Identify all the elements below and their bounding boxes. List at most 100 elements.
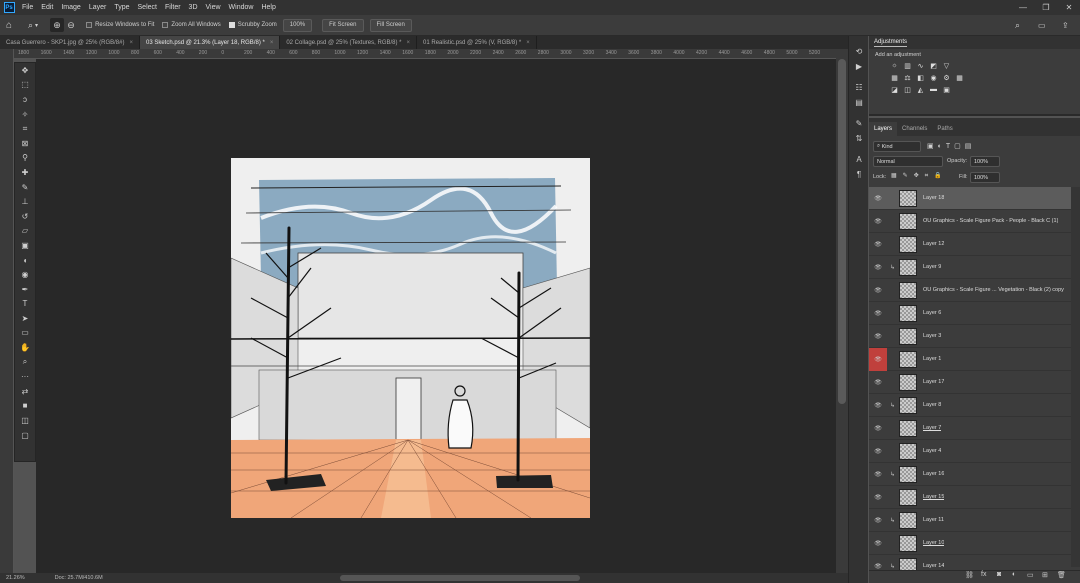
link-layers-icon[interactable]: ⛓	[965, 571, 974, 579]
close-icon[interactable]: ✕	[1058, 0, 1080, 15]
layer-name[interactable]: Layer 3	[923, 333, 941, 339]
layer-row[interactable]: 👁 Layer 12	[869, 233, 1071, 256]
gradient-tool-icon[interactable]: ▣	[15, 238, 35, 253]
layer-row[interactable]: 👁 ↳ Layer 11	[869, 509, 1071, 532]
move-tool-icon[interactable]: ✥	[15, 63, 35, 78]
opacity-input[interactable]: 100%	[970, 156, 1000, 167]
layer-row[interactable]: 👁 ↳ Layer 9	[869, 256, 1071, 279]
menu-item-edit[interactable]: Edit	[37, 4, 57, 11]
hue-saturation-icon[interactable]: ▦	[889, 73, 900, 82]
zoom-out-icon[interactable]: ⊖	[64, 18, 78, 32]
layer-thumbnail[interactable]	[899, 465, 917, 483]
visibility-eye-icon[interactable]: 👁	[869, 302, 887, 325]
layer-row[interactable]: 👁 Layer 15	[869, 486, 1071, 509]
path-select-icon[interactable]: ➤	[15, 311, 35, 326]
menu-item-window[interactable]: Window	[225, 4, 258, 11]
resize-windows-checkbox[interactable]: Resize Windows to Fit	[86, 22, 154, 28]
scrubby-zoom-checkbox[interactable]: Scrubby Zoom	[228, 22, 277, 28]
visibility-eye-icon[interactable]: 👁	[869, 256, 887, 279]
zoom-tool-icon[interactable]: ⌕	[28, 20, 33, 31]
brush-settings-icon[interactable]: ✎	[849, 116, 869, 131]
layer-name[interactable]: Layer 16	[923, 471, 944, 477]
visibility-eye-icon[interactable]: 👁	[869, 509, 887, 532]
pen-tool-icon[interactable]: ✒	[15, 282, 35, 297]
layer-name[interactable]: Layer 8	[923, 402, 941, 408]
vibrance-icon[interactable]: ▽	[941, 61, 952, 70]
layer-name[interactable]: Layer 7	[923, 425, 941, 431]
exposure-icon[interactable]: ◩	[928, 61, 939, 70]
chevron-down-icon[interactable]: ▾	[35, 22, 38, 29]
fit-screen-button[interactable]: Fit Screen	[322, 18, 364, 32]
paragraph-icon[interactable]: ¶	[849, 167, 869, 182]
levels-icon[interactable]: ▥	[902, 61, 913, 70]
layer-name[interactable]: Layer 17	[923, 379, 944, 385]
visibility-eye-icon[interactable]: 👁	[869, 325, 887, 348]
layer-thumbnail[interactable]	[899, 511, 917, 529]
close-tab-icon[interactable]: ×	[270, 40, 274, 46]
layer-name[interactable]: Layer 12	[923, 241, 944, 247]
tab-realistic[interactable]: 01 Realistic.psd @ 25% (V, RGB/8) * ×	[417, 36, 537, 49]
visibility-eye-icon[interactable]: 👁	[869, 417, 887, 440]
invert-icon[interactable]: ◪	[889, 85, 900, 94]
layer-name[interactable]: OU Graphics - Scale Figure Pack - People…	[923, 218, 1058, 224]
visibility-eye-icon[interactable]: 👁	[869, 440, 887, 463]
layer-name[interactable]: Layer 10	[923, 540, 944, 546]
layer-thumbnail[interactable]	[899, 373, 917, 391]
brush-tool-icon[interactable]: ✎	[15, 180, 35, 195]
zoom-100-button[interactable]: 100%	[282, 18, 313, 32]
zoom-tool-icon[interactable]: ⌕	[15, 355, 35, 370]
canvas-area[interactable]	[36, 59, 836, 573]
clone-stamp-icon[interactable]: ⊥	[15, 194, 35, 209]
scrollbar-thumb[interactable]	[838, 59, 846, 404]
minimize-icon[interactable]: —	[1012, 0, 1034, 15]
layer-thumbnail[interactable]	[899, 235, 917, 253]
quick-select-icon[interactable]: ✧	[15, 107, 35, 122]
close-tab-icon[interactable]: ×	[129, 40, 133, 46]
visibility-eye-icon[interactable]: 👁	[869, 187, 887, 210]
color-swatches-icon[interactable]: ■	[15, 399, 35, 414]
selective-color-icon[interactable]: ▣	[941, 85, 952, 94]
filter-icons[interactable]: ▣◐T▢▤	[927, 142, 975, 150]
fx-icon[interactable]: fx	[981, 571, 986, 578]
tab-casa-guerrero[interactable]: Casa Guerrero - SKP1.jpg @ 25% (RGB/8#) ×	[0, 36, 140, 49]
share-icon[interactable]: ⇪	[1062, 21, 1069, 30]
close-tab-icon[interactable]: ×	[526, 40, 530, 46]
layer-row[interactable]: 👁 ↳ Layer 16	[869, 463, 1071, 486]
color-lookup-icon[interactable]: ▦	[954, 73, 965, 82]
layer-row[interactable]: 👁 Layer 3	[869, 325, 1071, 348]
layer-row[interactable]: 👁 Layer 7	[869, 417, 1071, 440]
layer-name[interactable]: Layer 1	[923, 356, 941, 362]
layer-row[interactable]: 👁 Layer 18	[869, 187, 1071, 210]
dodge-tool-icon[interactable]: ◉	[15, 267, 35, 282]
character-icon[interactable]: A	[849, 152, 869, 167]
marquee-tool-icon[interactable]: ⬚	[15, 78, 35, 93]
zoom-all-windows-checkbox[interactable]: Zoom All Windows	[162, 22, 221, 28]
filter-kind-select[interactable]: ⌕ Kind	[873, 141, 921, 152]
menu-item-layer[interactable]: Layer	[85, 4, 111, 11]
layer-thumbnail[interactable]	[899, 258, 917, 276]
threshold-icon[interactable]: ◭	[915, 85, 926, 94]
layer-row[interactable]: 👁 Layer 4	[869, 440, 1071, 463]
visibility-eye-icon[interactable]: 👁	[869, 279, 887, 302]
layer-thumbnail[interactable]	[899, 350, 917, 368]
tab-layers[interactable]: Layers	[869, 122, 898, 136]
black-white-icon[interactable]: ◧	[915, 73, 926, 82]
fill-input[interactable]: 100%	[970, 172, 1000, 183]
swap-colors-icon[interactable]: ⇄	[15, 384, 35, 399]
blur-tool-icon[interactable]: ◖	[15, 253, 35, 268]
layer-row[interactable]: 👁 OU Graphics - Scale Figure ... Vegetati…	[869, 279, 1071, 302]
screen-mode-icon[interactable]: ▢	[15, 428, 35, 443]
menu-item-file[interactable]: File	[18, 4, 37, 11]
layer-row[interactable]: 👁 Layer 1	[869, 347, 1071, 371]
search-icon[interactable]: ⌕	[1015, 20, 1020, 31]
tab-collage[interactable]: 02 Collage.psd @ 25% (Textures, RGB/8) *…	[280, 36, 418, 49]
tab-channels[interactable]: Channels	[897, 126, 932, 136]
layer-row[interactable]: 👁 Layer 6	[869, 302, 1071, 325]
visibility-eye-icon[interactable]: 👁	[869, 210, 887, 233]
posterize-icon[interactable]: ◫	[902, 85, 913, 94]
brightness-icon[interactable]: ☼	[889, 61, 900, 70]
hand-tool-icon[interactable]: ✋	[15, 340, 35, 355]
home-icon[interactable]: ⌂	[0, 20, 18, 31]
properties-icon[interactable]: ☷	[849, 80, 869, 95]
tab-sketch[interactable]: 03 Sketch.psd @ 21.3% (Layer 18, RGB/8) …	[140, 36, 281, 49]
